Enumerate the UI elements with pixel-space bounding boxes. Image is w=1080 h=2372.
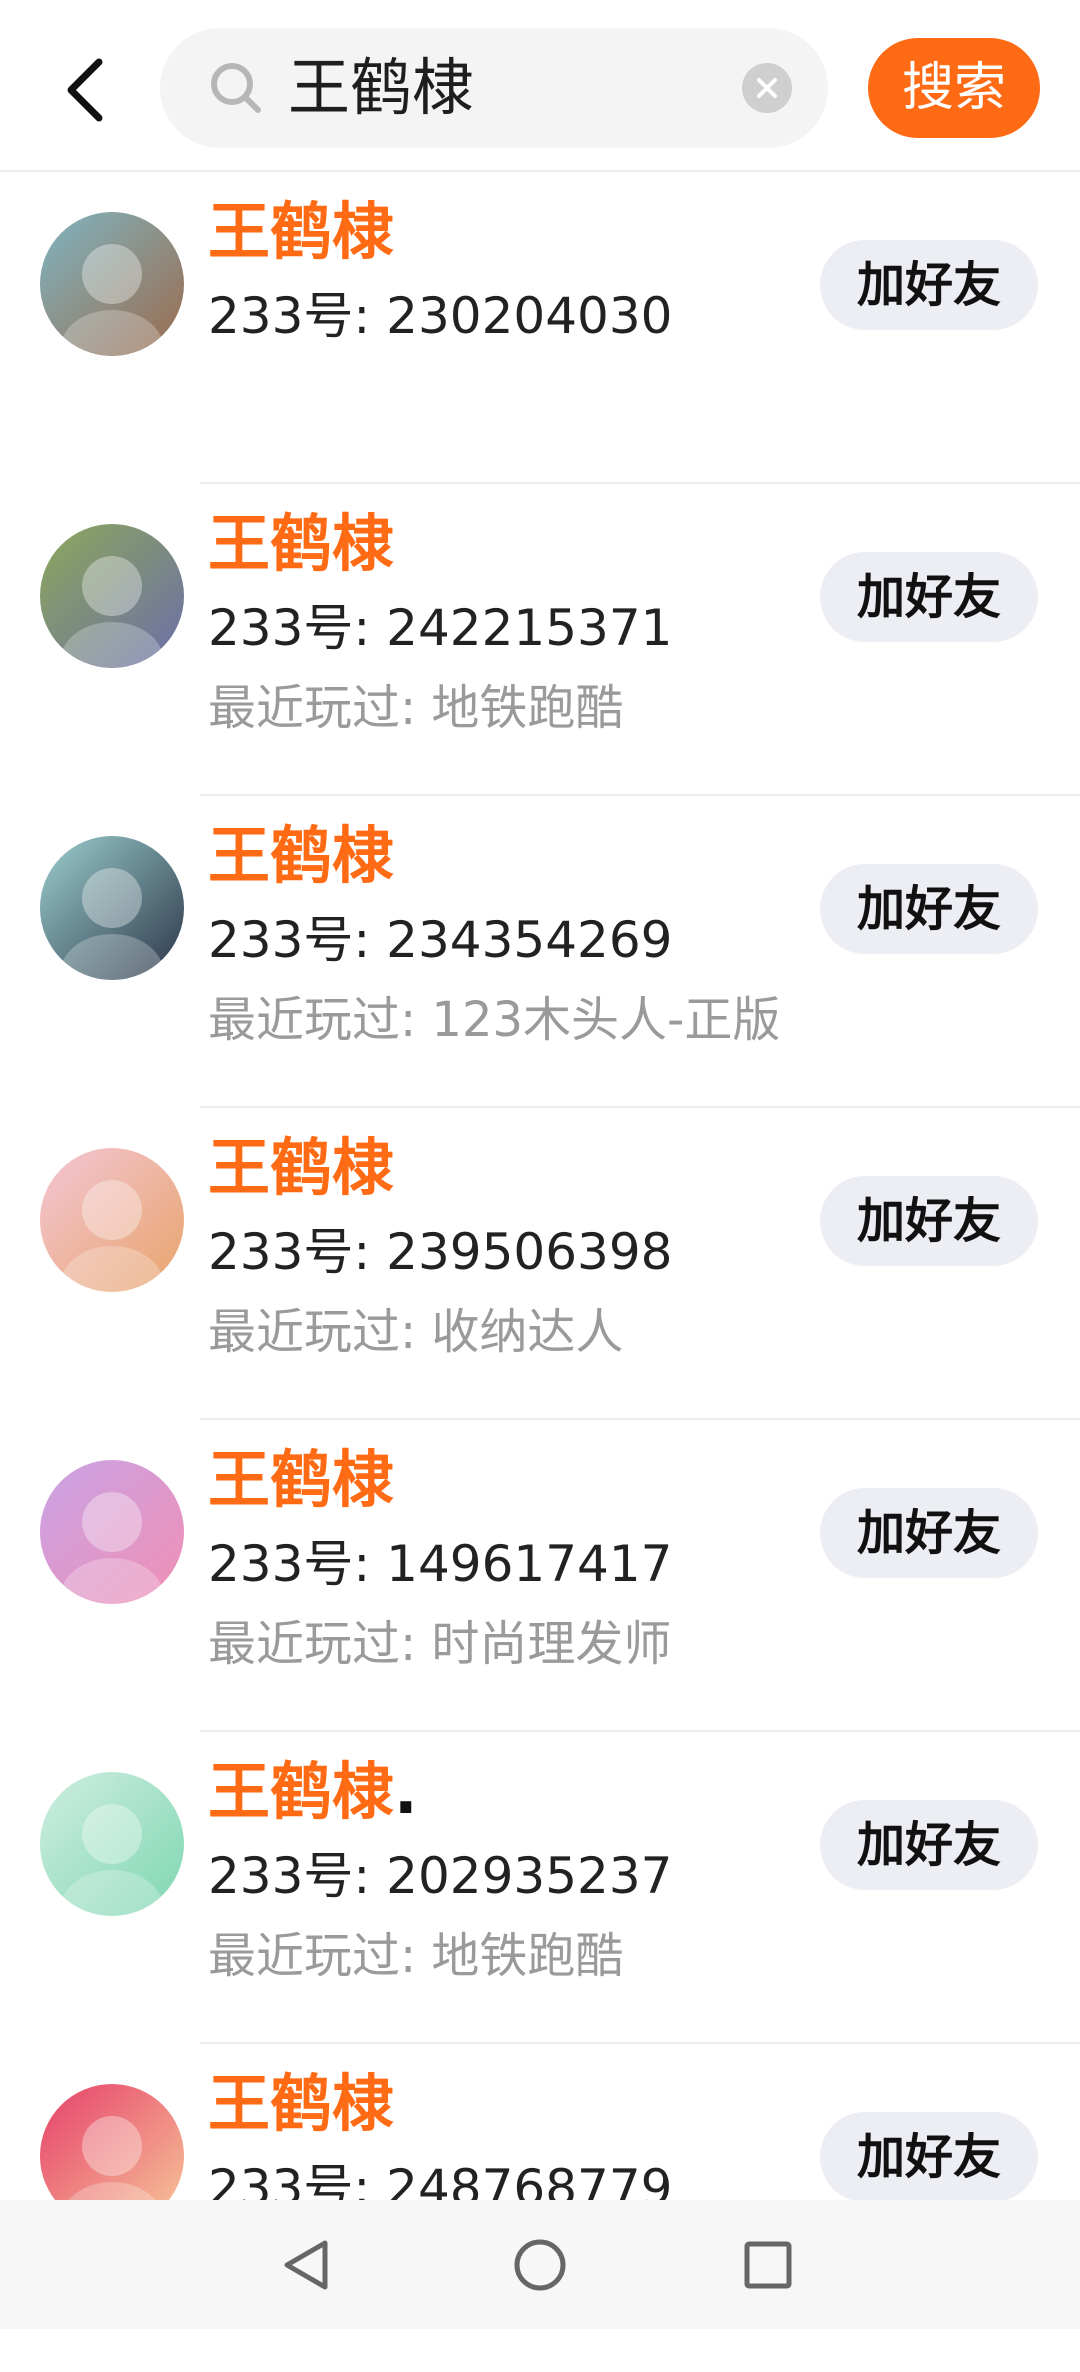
avatar[interactable]	[40, 836, 184, 980]
add-friend-button[interactable]: 加好友	[820, 1176, 1038, 1266]
nav-back-button[interactable]	[272, 2230, 342, 2300]
recently-played: 最近玩过: 地铁跑酷	[208, 680, 624, 736]
user-id: 233号: 202935237	[208, 1847, 673, 1905]
user-name: 王鹤棣	[208, 195, 395, 268]
add-friend-button[interactable]: 加好友	[820, 1800, 1038, 1890]
result-row[interactable]: 王鹤棣 233号: 234354269 最近玩过: 123木头人-正版 加好友	[0, 796, 1080, 1108]
nav-recent-apps-button[interactable]	[733, 2230, 803, 2300]
avatar[interactable]	[40, 1772, 184, 1916]
result-row[interactable]: 王鹤棣 233号: 242215371 最近玩过: 地铁跑酷 加好友	[0, 484, 1080, 796]
user-id: 233号: 149617417	[208, 1535, 673, 1593]
recently-played: 最近玩过: 123木头人-正版	[208, 992, 781, 1048]
user-id: 233号: 242215371	[208, 599, 673, 657]
search-input[interactable]: 王鹤棣	[288, 28, 474, 148]
recently-played: 最近玩过: 地铁跑酷	[208, 1928, 624, 1984]
user-name: 王鹤棣	[208, 507, 395, 580]
user-name: 王鹤棣	[208, 2067, 395, 2140]
result-row[interactable]: 王鹤棣 233号: 239506398 最近玩过: 收纳达人 加好友	[0, 1108, 1080, 1420]
back-button[interactable]	[55, 55, 115, 125]
square-recent-icon	[744, 2241, 792, 2289]
name-suffix: .	[394, 1755, 418, 1828]
result-row[interactable]: 王鹤棣 233号: 230204030 加好友	[0, 172, 1080, 484]
result-row[interactable]: 王鹤棣 233号: 149617417 最近玩过: 时尚理发师 加好友	[0, 1420, 1080, 1732]
search-header: 王鹤棣 搜索	[0, 0, 1080, 172]
add-friend-button[interactable]: 加好友	[820, 1488, 1038, 1578]
close-icon	[757, 78, 777, 98]
user-name: 王鹤棣	[208, 1131, 395, 1204]
user-id: 233号: 234354269	[208, 911, 673, 969]
search-bar[interactable]: 王鹤棣	[160, 28, 828, 148]
chevron-left-icon	[67, 58, 103, 122]
avatar[interactable]	[40, 212, 184, 356]
nav-home-button[interactable]	[505, 2230, 575, 2300]
recently-played: 最近玩过: 时尚理发师	[208, 1616, 672, 1672]
triangle-back-icon	[284, 2240, 328, 2290]
add-friend-button[interactable]: 加好友	[820, 240, 1038, 330]
search-button[interactable]: 搜索	[868, 38, 1040, 138]
clear-search-button[interactable]	[742, 63, 792, 113]
recently-played: 最近玩过: 收纳达人	[208, 1304, 624, 1360]
add-friend-button[interactable]: 加好友	[820, 552, 1038, 642]
user-name: 王鹤棣.	[208, 1755, 418, 1828]
avatar[interactable]	[40, 1148, 184, 1292]
add-friend-button[interactable]: 加好友	[820, 2112, 1038, 2202]
avatar[interactable]	[40, 524, 184, 668]
user-id: 233号: 230204030	[208, 287, 673, 345]
user-name: 王鹤棣	[208, 819, 395, 892]
add-friend-button[interactable]: 加好友	[820, 864, 1038, 954]
search-icon	[211, 63, 261, 113]
system-navigation-bar	[0, 2200, 1080, 2329]
avatar[interactable]	[40, 1460, 184, 1604]
circle-home-icon	[514, 2239, 566, 2291]
result-row[interactable]: 王鹤棣. 233号: 202935237 最近玩过: 地铁跑酷 加好友	[0, 1732, 1080, 2044]
user-name: 王鹤棣	[208, 1443, 395, 1516]
user-id: 233号: 239506398	[208, 1223, 673, 1281]
